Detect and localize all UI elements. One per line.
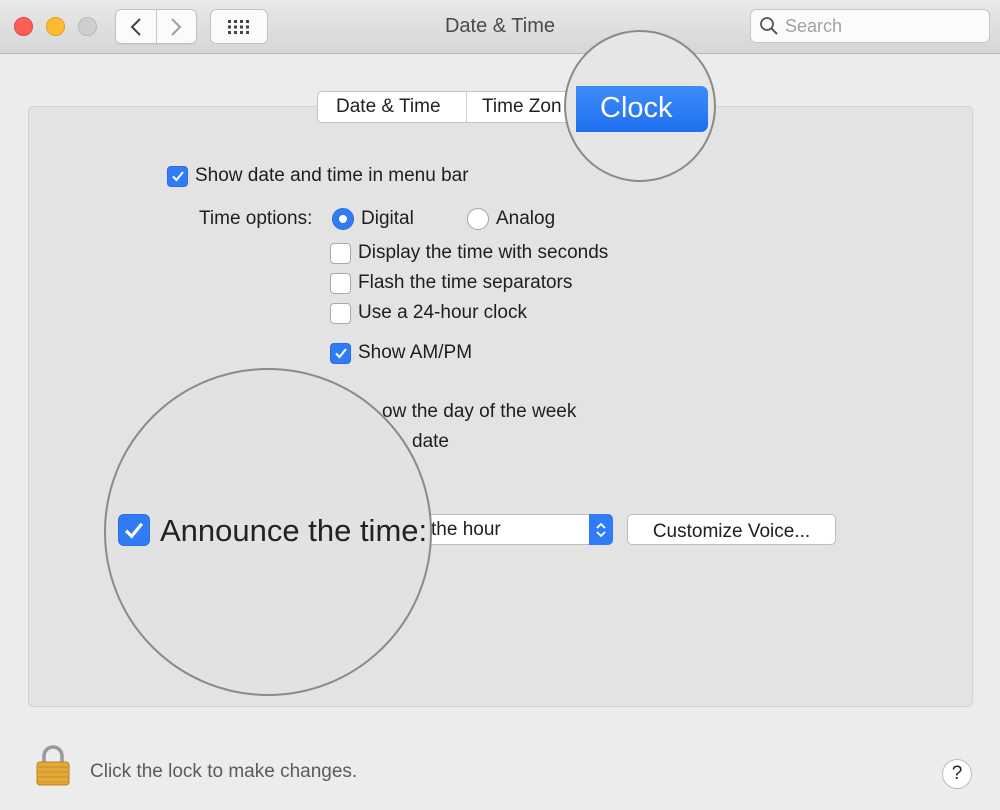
use-24h-label: Use a 24-hour clock: [358, 302, 527, 323]
search-input[interactable]: [785, 15, 975, 37]
tab-bar: Date & Time Time Zon: [317, 91, 578, 123]
flash-separators-option[interactable]: Flash the time separators: [330, 272, 572, 294]
checkmark-icon: [334, 348, 347, 359]
flash-separators-label: Flash the time separators: [358, 272, 573, 293]
show-in-menubar-checkbox[interactable]: [167, 165, 188, 187]
checkmark-icon: [171, 171, 184, 182]
search-field[interactable]: [750, 9, 990, 43]
show-seconds-checkbox[interactable]: [330, 242, 351, 264]
digital-label: Digital: [361, 208, 414, 229]
tab-clock[interactable]: Clock: [576, 86, 708, 132]
radio-dot-icon: [339, 215, 347, 223]
announce-interval-value: the hour: [431, 519, 501, 540]
use-24h-checkbox[interactable]: [330, 302, 351, 324]
analog-option[interactable]: Analog: [467, 208, 555, 230]
lock-icon[interactable]: [35, 744, 71, 786]
lock-message: Click the lock to make changes.: [90, 761, 358, 782]
use-24h-option[interactable]: Use a 24-hour clock: [330, 302, 527, 324]
show-in-menubar-label: Show date and time in menu bar: [195, 165, 469, 186]
title-bar: Date & Time: [0, 0, 1000, 54]
show-date-label: date: [412, 431, 449, 452]
show-seconds-label: Display the time with seconds: [358, 242, 609, 263]
time-options-label: Time options:: [199, 208, 313, 229]
announce-label: Announce the time:: [160, 513, 428, 548]
clock-tab-magnifier: Clock: [564, 30, 716, 182]
digital-option[interactable]: Digital: [332, 208, 414, 230]
show-seconds-option[interactable]: Display the time with seconds: [330, 242, 608, 264]
search-icon: [760, 17, 778, 35]
tab-date-time[interactable]: Date & Time: [318, 92, 467, 122]
announce-magnifier: Announce the time:: [104, 368, 432, 696]
show-ampm-checkbox[interactable]: [330, 342, 351, 364]
announce-checkbox[interactable]: [118, 514, 150, 546]
show-day-label: ow the day of the week: [382, 401, 577, 422]
digital-radio[interactable]: [332, 208, 354, 230]
show-ampm-label: Show AM/PM: [358, 342, 473, 363]
help-button[interactable]: ?: [942, 759, 972, 789]
show-ampm-option[interactable]: Show AM/PM: [330, 342, 472, 364]
analog-label: Analog: [496, 208, 556, 229]
checkmark-icon: [125, 522, 144, 539]
analog-radio[interactable]: [467, 208, 489, 230]
announce-interval-select[interactable]: the hour: [424, 514, 613, 545]
select-arrows-icon: [589, 514, 613, 545]
flash-separators-checkbox[interactable]: [330, 272, 351, 294]
tab-time-zone[interactable]: Time Zon: [467, 92, 577, 122]
customize-voice-button[interactable]: Customize Voice...: [627, 514, 836, 545]
show-in-menubar-option[interactable]: Show date and time in menu bar: [167, 165, 469, 187]
